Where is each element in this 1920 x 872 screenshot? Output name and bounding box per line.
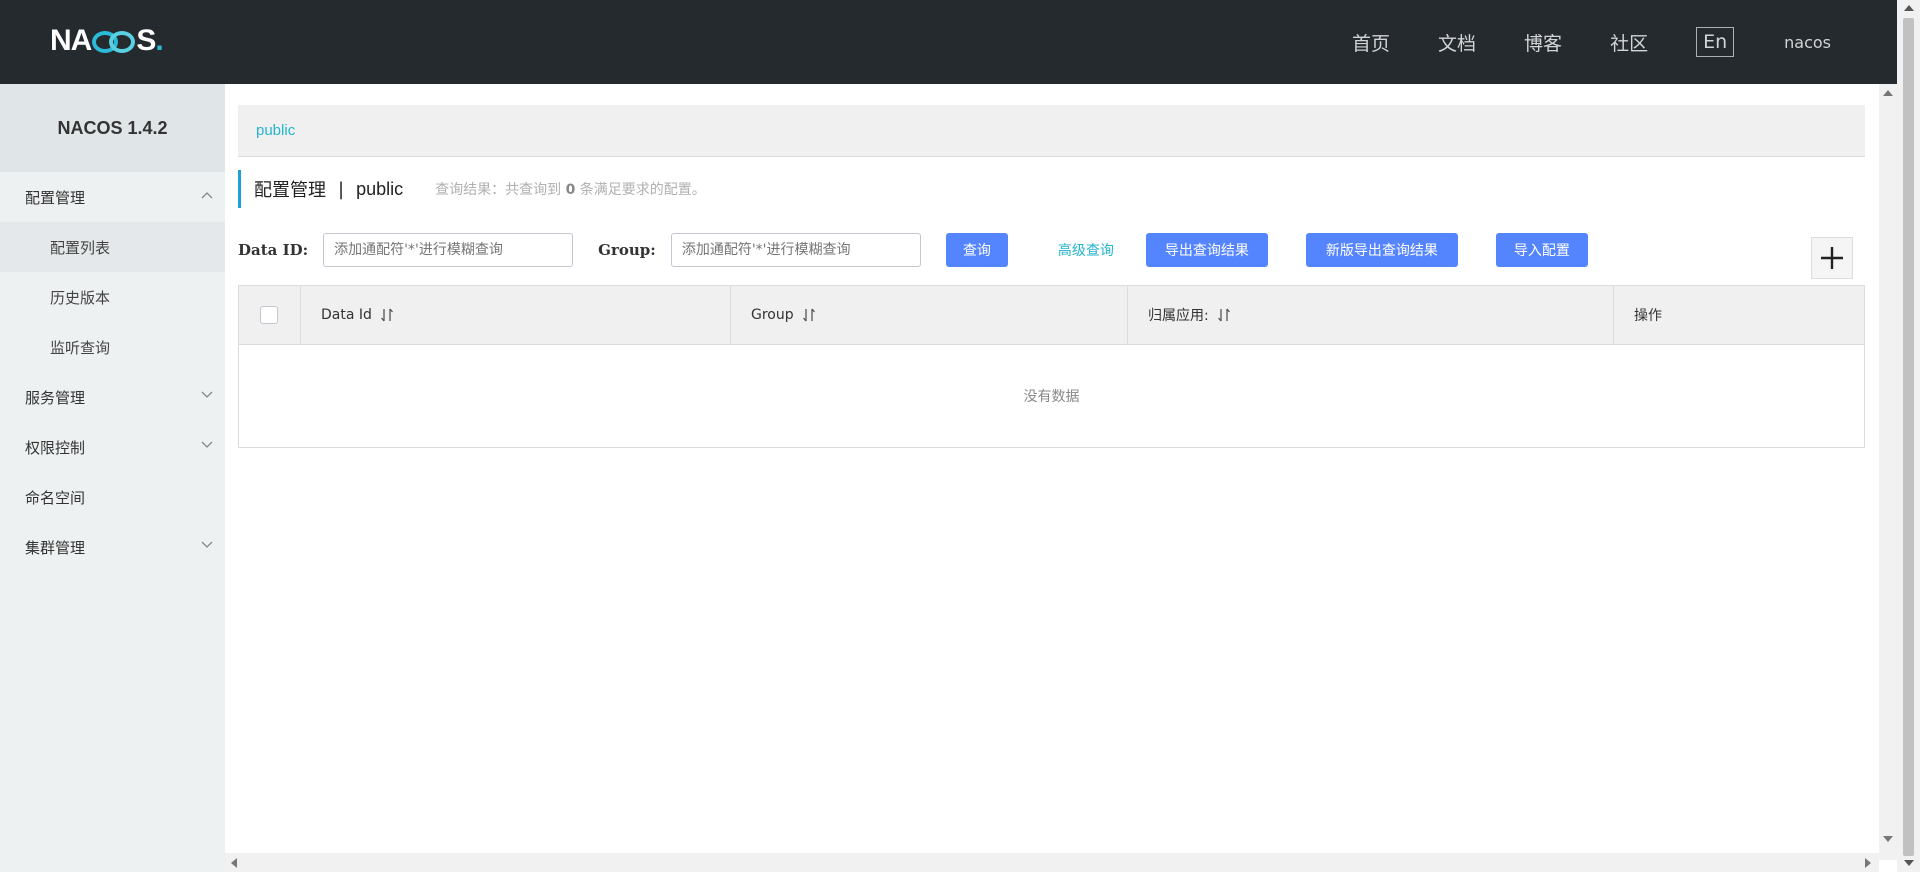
page-title: 配置管理: [254, 180, 326, 201]
namespace-bar: public: [238, 105, 1865, 157]
title-separator: |: [338, 178, 345, 200]
chevron-down-icon: [201, 541, 213, 548]
namespace-tab-public[interactable]: public: [256, 122, 295, 139]
column-app[interactable]: 归属应用:: [1128, 286, 1614, 344]
sidebar-item-label: 集群管理: [25, 538, 86, 557]
sort-icon[interactable]: [1217, 308, 1231, 322]
scroll-up-arrow-icon[interactable]: [1883, 90, 1893, 96]
sidebar-item-namespace[interactable]: 命名空间: [0, 472, 225, 522]
chevron-down-icon: [201, 441, 213, 448]
sidebar-item-label: 命名空间: [25, 488, 86, 507]
top-header: NA S. 首页 文档 博客 社区 En nacos: [0, 0, 1901, 84]
query-summary: 查询结果：共查询到 0 条满足要求的配置。: [435, 182, 706, 198]
sidebar-item-service-management[interactable]: 服务管理: [0, 372, 225, 422]
query-count: 0: [565, 182, 576, 198]
scrollbar-thumb[interactable]: [1903, 18, 1914, 856]
nav-docs[interactable]: 文档: [1438, 29, 1476, 56]
group-input[interactable]: [670, 233, 921, 267]
plus-icon: [1821, 247, 1843, 269]
user-name[interactable]: nacos: [1784, 33, 1831, 52]
select-all-checkbox[interactable]: [260, 306, 278, 324]
sort-icon[interactable]: [802, 308, 816, 322]
sidebar-item-history[interactable]: 历史版本: [0, 272, 225, 322]
sidebar-item-label: 服务管理: [25, 388, 86, 407]
sidebar-item-label: 监听查询: [50, 338, 111, 357]
export-new-button[interactable]: 新版导出查询结果: [1305, 233, 1458, 267]
config-table: Data Id Group 归属应用: 操作 没有数据: [238, 285, 1865, 448]
table-header: Data Id Group 归属应用: 操作: [239, 286, 1864, 345]
sort-icon[interactable]: [380, 308, 394, 322]
export-button[interactable]: 导出查询结果: [1145, 233, 1268, 267]
scroll-up-arrow-icon[interactable]: [1904, 5, 1914, 11]
content-vertical-scrollbar[interactable]: [1879, 84, 1897, 860]
scroll-down-arrow-icon[interactable]: [1883, 836, 1893, 842]
sidebar-item-config-management[interactable]: 配置管理: [0, 172, 225, 222]
sidebar-item-label: 配置管理: [25, 188, 86, 207]
chevron-up-icon: [201, 192, 213, 199]
language-switch[interactable]: En: [1696, 27, 1735, 57]
sidebar-item-label: 配置列表: [50, 238, 111, 257]
data-id-input[interactable]: [323, 233, 574, 267]
content-horizontal-scrollbar[interactable]: [225, 853, 1879, 872]
empty-state: 没有数据: [1023, 389, 1080, 405]
sidebar-item-label: 权限控制: [25, 438, 86, 457]
sidebar-item-config-list[interactable]: 配置列表: [0, 222, 225, 272]
query-button[interactable]: 查询: [945, 233, 1008, 267]
version-label: NACOS 1.4.2: [0, 84, 225, 172]
chevron-down-icon: [201, 391, 213, 398]
add-config-button[interactable]: [1811, 237, 1853, 279]
scroll-right-arrow-icon[interactable]: [1865, 858, 1871, 868]
scroll-left-arrow-icon[interactable]: [231, 858, 237, 868]
select-all-cell: [239, 286, 301, 344]
group-label: Group:: [598, 241, 656, 259]
import-config-button[interactable]: 导入配置: [1495, 233, 1588, 267]
top-nav: 首页 文档 博客 社区 En nacos: [1352, 0, 1901, 84]
data-id-label: Data ID:: [238, 241, 309, 259]
nav-blog[interactable]: 博客: [1524, 29, 1562, 56]
sidebar-item-label: 历史版本: [50, 288, 111, 307]
scroll-down-arrow-icon[interactable]: [1904, 860, 1914, 866]
filter-row: Data ID: Group: 查询 高级查询 导出查询结果 新版导出查询结果 …: [238, 232, 1588, 268]
advanced-query-link[interactable]: 高级查询: [1058, 240, 1114, 260]
sidebar-item-cluster-management[interactable]: 集群管理: [0, 522, 225, 572]
nav-community[interactable]: 社区: [1610, 29, 1648, 56]
page-namespace: public: [356, 178, 404, 199]
column-data-id[interactable]: Data Id: [301, 286, 731, 344]
nav-home[interactable]: 首页: [1352, 29, 1390, 56]
sidebar-item-access-control[interactable]: 权限控制: [0, 422, 225, 472]
column-actions: 操作: [1634, 308, 1662, 324]
sidebar: NACOS 1.4.2 配置管理 配置列表 历史版本 监听查询 服务管理 权限控…: [0, 84, 225, 872]
window-scrollbar[interactable]: [1897, 0, 1920, 872]
page-title-row: 配置管理 | public 查询结果：共查询到 0 条满足要求的配置。: [238, 170, 706, 208]
sidebar-item-listener-query[interactable]: 监听查询: [0, 322, 225, 372]
nacos-logo[interactable]: NA S.: [50, 24, 164, 58]
column-group[interactable]: Group: [731, 286, 1128, 344]
